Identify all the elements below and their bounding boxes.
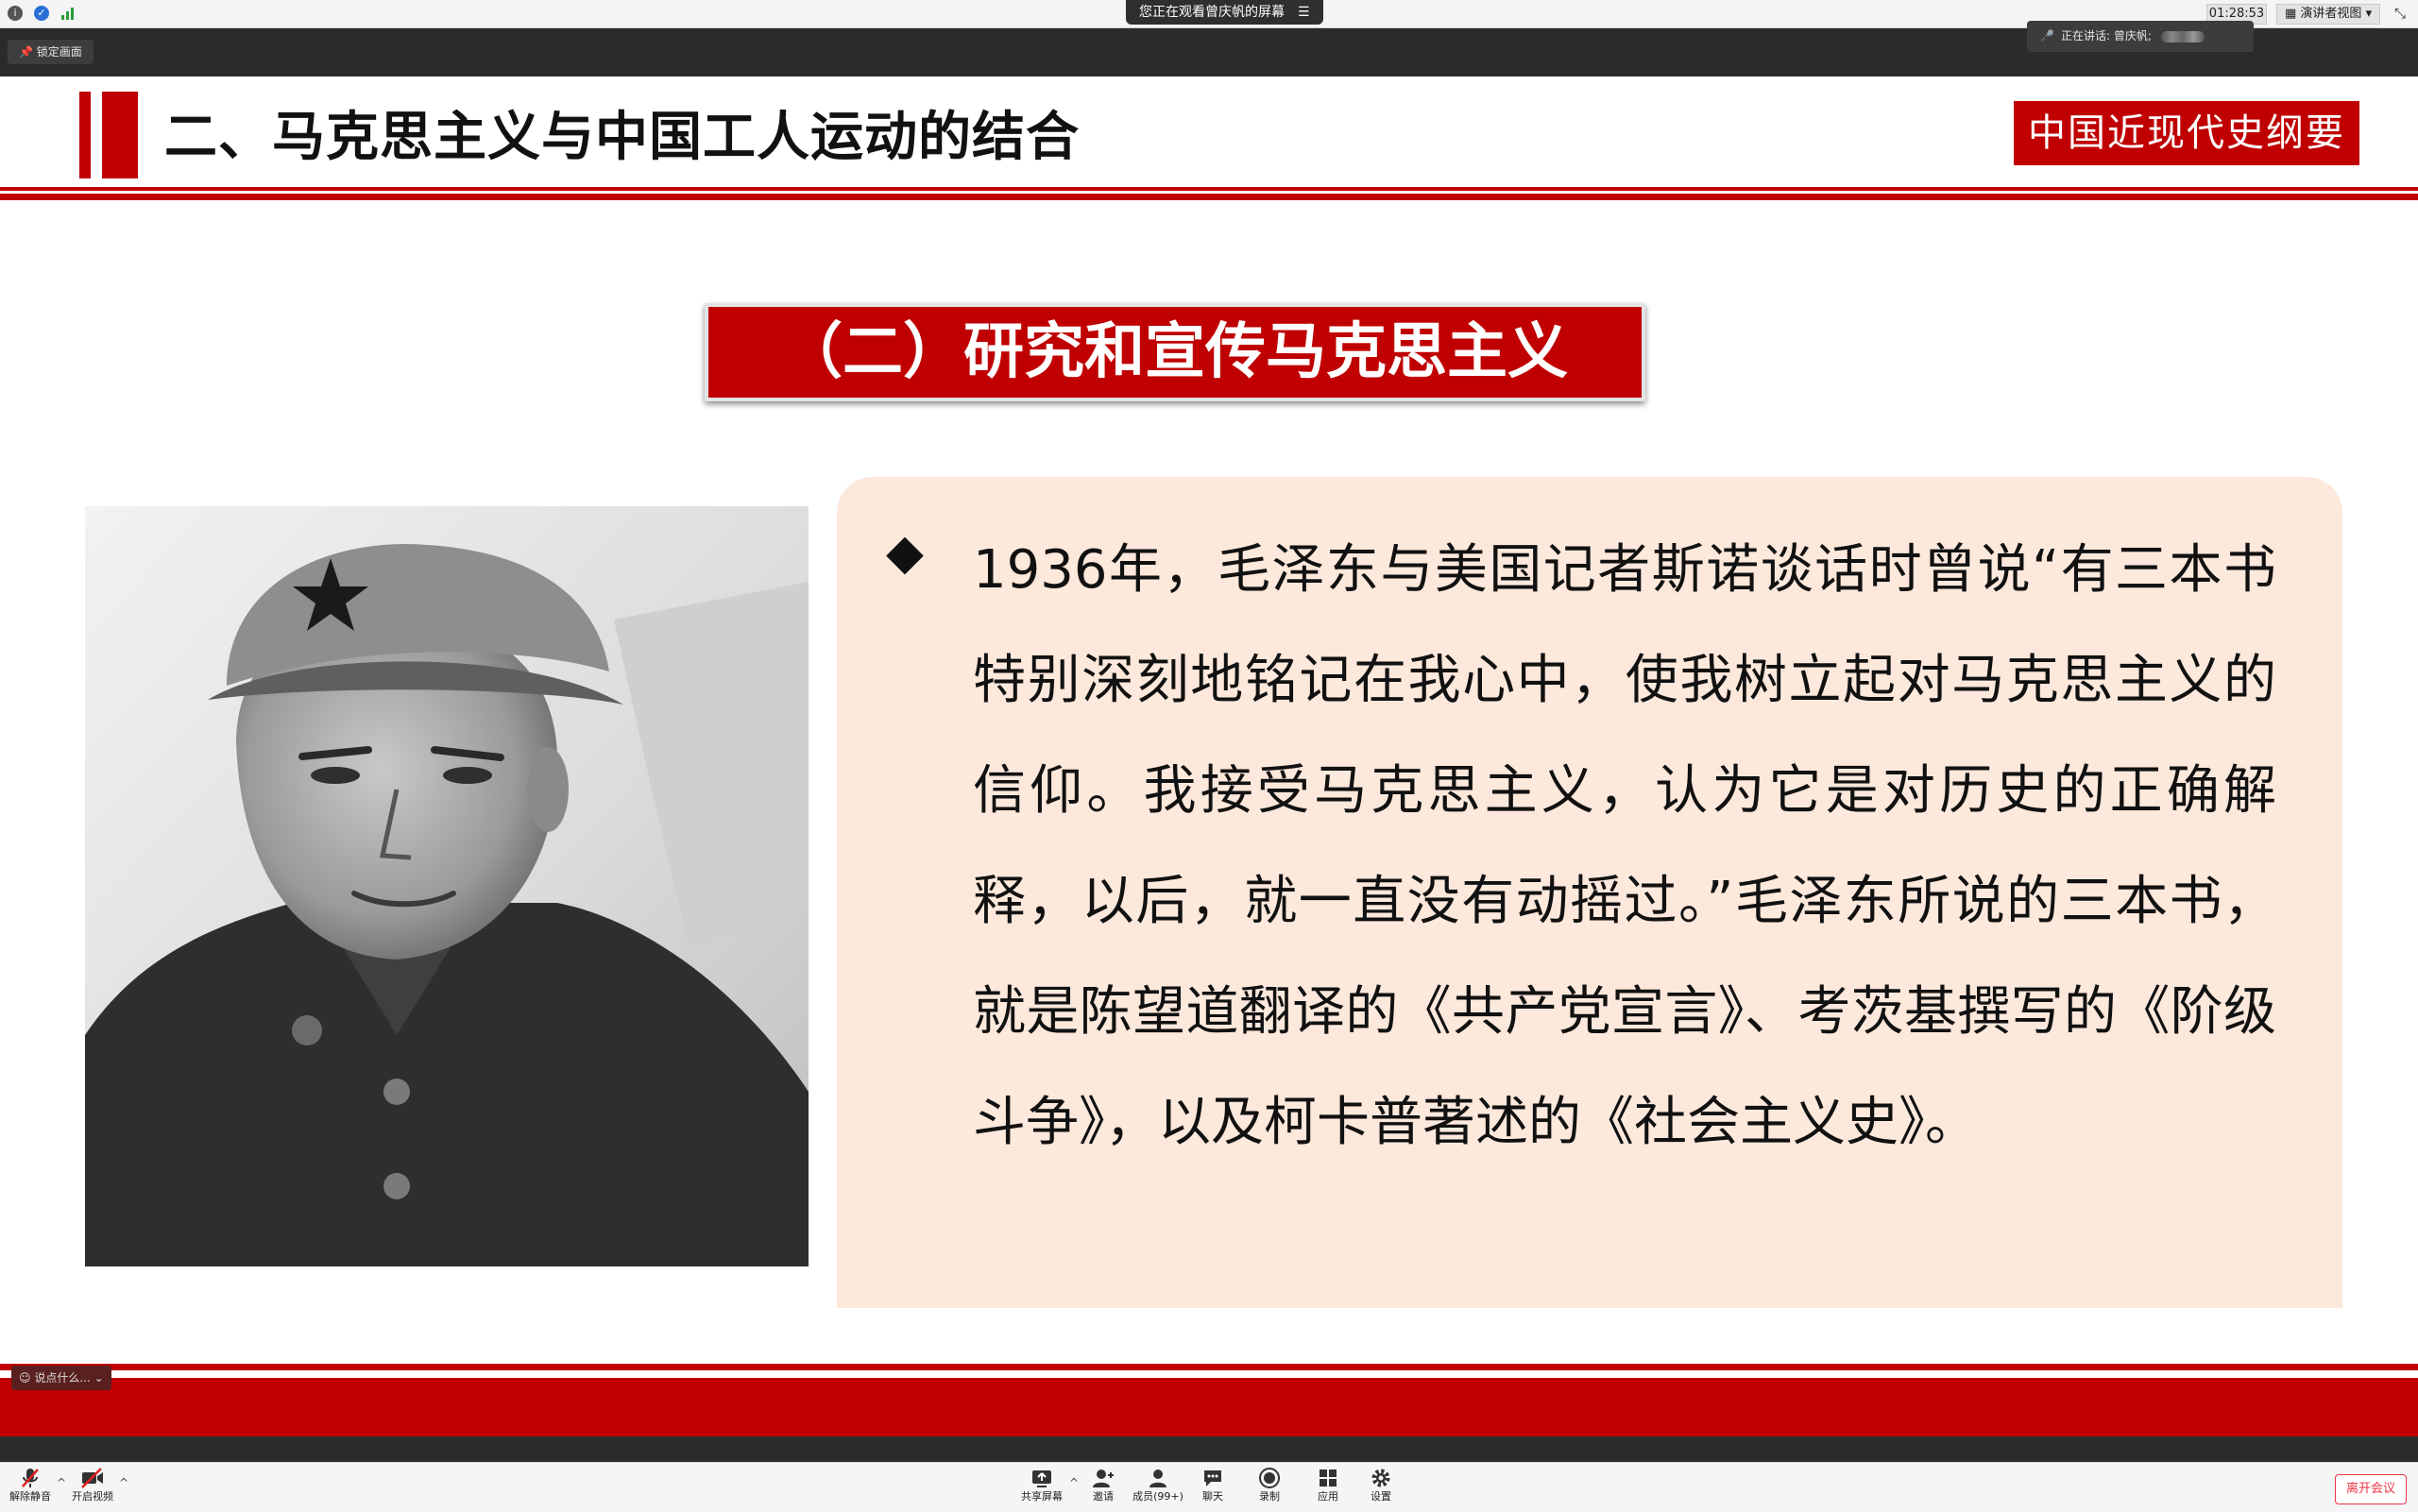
microphone-muted-icon bbox=[8, 1467, 53, 1489]
chevron-up-icon[interactable]: ^ bbox=[119, 1476, 128, 1489]
add-user-icon bbox=[1084, 1467, 1122, 1489]
slide-title: 二、马克思主义与中国工人运动的结合 bbox=[164, 107, 1080, 168]
chat-button[interactable]: 聊天 bbox=[1196, 1467, 1230, 1504]
start-video-button[interactable]: 开启视频 bbox=[70, 1467, 115, 1504]
footer-divider bbox=[0, 1364, 2418, 1370]
share-screen-icon bbox=[1016, 1467, 1067, 1489]
speaking-indicator: 🎤 正在讲话: 曾庆帆; bbox=[2027, 21, 2254, 52]
record-icon bbox=[1252, 1467, 1286, 1489]
share-screen-button[interactable]: 共享屏幕 bbox=[1016, 1467, 1067, 1504]
chat-placeholder: 说点什么... bbox=[34, 1371, 91, 1385]
diamond-bullet-icon: ◆ bbox=[886, 524, 924, 581]
view-mode-dropdown[interactable]: ▦ 演讲者视图 ▾ bbox=[2276, 4, 2381, 25]
apps-button[interactable]: 应用 bbox=[1311, 1467, 1345, 1504]
header-divider bbox=[0, 187, 2418, 191]
invite-button[interactable]: 邀请 bbox=[1084, 1467, 1122, 1504]
lock-view-label: 锁定画面 bbox=[36, 45, 82, 59]
shield-icon[interactable]: ✓ bbox=[34, 6, 49, 21]
chat-label: 聊天 bbox=[1202, 1490, 1223, 1503]
section-heading-box: （二）研究和宣传马克思主义 bbox=[705, 303, 1645, 401]
unmute-button[interactable]: 解除静音 bbox=[8, 1467, 53, 1504]
chevron-down-icon: ▾ bbox=[2361, 7, 2373, 21]
header-divider bbox=[0, 194, 2418, 200]
exit-fullscreen-icon[interactable]: ⤡ bbox=[2390, 4, 2410, 23]
record-label: 录制 bbox=[1259, 1490, 1280, 1503]
unmute-label: 解除静音 bbox=[9, 1490, 51, 1503]
speaker-avatar-blur bbox=[2160, 30, 2205, 42]
members-label: 成员(99+) bbox=[1132, 1490, 1183, 1503]
toolbar-spacer bbox=[0, 1436, 2418, 1462]
title-accent-bar bbox=[79, 92, 91, 178]
pin-icon: 📌 bbox=[19, 45, 37, 59]
footer-band bbox=[0, 1378, 2418, 1436]
view-mode-label: 演讲者视图 bbox=[2300, 7, 2362, 21]
chat-bubble-icon bbox=[1196, 1467, 1230, 1489]
microphone-icon: 🎤 bbox=[2040, 29, 2054, 42]
members-button[interactable]: 成员(99+) bbox=[1132, 1467, 1184, 1504]
portrait-photo bbox=[85, 506, 809, 1266]
chevron-down-icon[interactable]: ⌄ bbox=[91, 1371, 104, 1385]
section-title: （二）研究和宣传马克思主义 bbox=[782, 317, 1568, 387]
screen-share-status[interactable]: 您正在观看曾庆帆的屏幕 ☰ bbox=[1126, 0, 1323, 25]
share-status-text: 您正在观看曾庆帆的屏幕 bbox=[1139, 5, 1285, 20]
signal-icon[interactable] bbox=[60, 6, 76, 25]
title-accent-bar bbox=[102, 92, 138, 178]
chat-input-chip[interactable]: ☺ 说点什么... ⌄ bbox=[11, 1366, 111, 1390]
emoji-icon[interactable]: ☺ bbox=[19, 1371, 34, 1385]
speaking-label: 正在讲话: 曾庆帆; bbox=[2061, 29, 2152, 42]
chevron-up-icon[interactable]: ^ bbox=[57, 1476, 66, 1489]
apps-label: 应用 bbox=[1318, 1490, 1338, 1503]
start-video-label: 开启视频 bbox=[72, 1490, 113, 1503]
menu-icon[interactable]: ☰ bbox=[1298, 5, 1310, 20]
shared-slide: 二、马克思主义与中国工人运动的结合 中国近现代史纲要 （二）研究和宣传马克思主义 bbox=[0, 76, 2418, 1436]
course-tag: 中国近现代史纲要 bbox=[2014, 101, 2359, 165]
share-screen-label: 共享屏幕 bbox=[1021, 1490, 1063, 1503]
invite-label: 邀请 bbox=[1093, 1490, 1114, 1503]
info-icon[interactable]: i bbox=[8, 6, 23, 21]
record-button[interactable]: 录制 bbox=[1252, 1467, 1286, 1504]
settings-button[interactable]: 设置 bbox=[1364, 1467, 1398, 1504]
members-icon bbox=[1132, 1467, 1184, 1489]
grid-icon: ▦ bbox=[2285, 7, 2301, 21]
lock-view-button[interactable]: 📌 锁定画面 bbox=[8, 40, 94, 64]
gear-icon bbox=[1364, 1467, 1398, 1489]
leave-meeting-button[interactable]: 离开会议 bbox=[2335, 1474, 2407, 1504]
camera-off-icon bbox=[70, 1467, 115, 1489]
apps-grid-icon bbox=[1311, 1467, 1345, 1489]
chevron-up-icon[interactable]: ^ bbox=[1069, 1476, 1079, 1489]
meeting-toolbar: 解除静音 ^ 开启视频 ^ 共享屏幕 ^ 邀请 成员(99+) 聊天 录制 应用… bbox=[0, 1462, 2418, 1512]
quote-text: 1936年，毛泽东与美国记者斯诺谈话时曾说“有三本书特别深刻地铭记在我心中，使我… bbox=[973, 539, 2276, 1153]
settings-label: 设置 bbox=[1371, 1490, 1391, 1503]
